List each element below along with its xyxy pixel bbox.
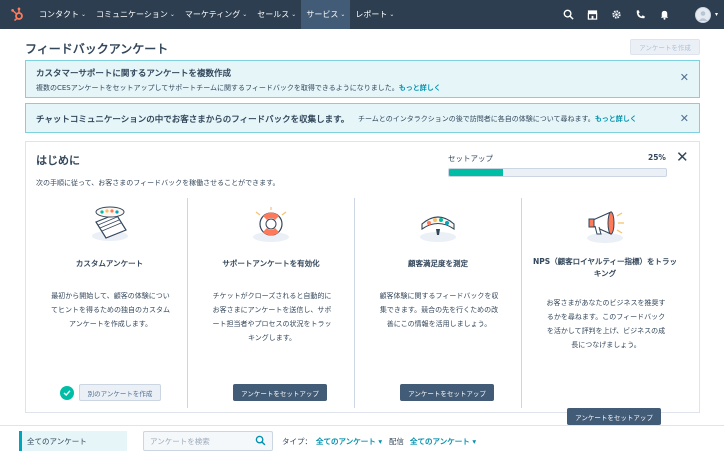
chevron-down-icon: ⌄: [340, 11, 346, 18]
nav-item-label: セールス: [257, 10, 290, 19]
step-title: 顧客満足度を測定: [408, 259, 468, 268]
nav-item-label: コンタクト: [39, 10, 79, 19]
search-input[interactable]: [144, 432, 252, 450]
step-description: 最初から開始して、顧客の体験についてヒントを得るための独自のカスタムアンケートを…: [51, 292, 170, 328]
caret-down-icon: ▾: [378, 437, 383, 446]
nav-item-label: レポート: [355, 10, 388, 19]
nav-item-label: コミュニケーション: [96, 10, 168, 19]
search-icon[interactable]: [255, 435, 266, 449]
delivery-filter-label: 配信: [389, 437, 404, 446]
hubspot-logo-icon[interactable]: [0, 0, 34, 29]
step-title: NPS（顧客ロイヤルティー指標）をトラッキング: [533, 257, 677, 278]
close-icon[interactable]: ✕: [680, 112, 689, 125]
nav-item-service[interactable]: サービス ⌄: [301, 0, 351, 29]
delivery-filter-dropdown[interactable]: 全てのアンケート ▾: [410, 436, 476, 447]
caret-down-icon: ▾: [472, 437, 477, 446]
custom-survey-illustration-icon: [86, 204, 134, 246]
survey-filter-bar: 全てのアンケート タイプ： 全てのアンケート ▾ 配信 全てのアンケート ▾: [0, 425, 724, 454]
lifebuoy-illustration-icon: [247, 204, 295, 246]
step-description: 顧客体験に関するフィードバックを収集できます。競合の先を行くための改善にこの情報…: [379, 292, 499, 328]
all-surveys-tab[interactable]: 全てのアンケート: [19, 431, 127, 451]
avatar[interactable]: [694, 6, 711, 23]
main-content: フィードバックアンケート アンケートを作成 カスタマーサポートに関するアンケート…: [0, 29, 724, 425]
delivery-filter-value: 全てのアンケート: [410, 437, 470, 446]
survey-search: [143, 431, 273, 451]
type-filter-label: タイプ：: [282, 437, 312, 446]
nav-item-conversations[interactable]: コミュニケーション ⌄: [91, 0, 180, 29]
learn-more-link[interactable]: もっと詳しく: [399, 84, 441, 92]
nav-item-reports[interactable]: レポート ⌄: [350, 0, 399, 29]
banner-title: チャットコミュニケーションの中でお客さまからのフィードバックを収集します。: [36, 115, 350, 125]
step-customer-satisfaction: 顧客満足度を測定 顧客体験に関するフィードバックを収集できます。競合の先を行くた…: [354, 198, 521, 408]
chevron-down-icon: ⌄: [169, 11, 175, 18]
setup-progress-percent: 25%: [648, 153, 666, 162]
close-icon[interactable]: ✕: [680, 71, 689, 84]
step-nps: NPS（顧客ロイヤルティー指標）をトラッキング お客さまがあなたのビジネスを推奨…: [521, 198, 688, 425]
calling-icon[interactable]: [629, 0, 653, 29]
setup-progress-fill: [449, 169, 504, 176]
getting-started-title: はじめに: [36, 154, 80, 167]
search-icon[interactable]: [557, 0, 581, 29]
type-filter-dropdown[interactable]: 全てのアンケート ▾: [316, 436, 382, 447]
satisfaction-illustration-icon: [414, 204, 462, 246]
nav-item-sales[interactable]: セールス ⌄: [252, 0, 301, 29]
setup-csat-survey-button[interactable]: アンケートをセットアップ: [400, 384, 494, 401]
nav-item-marketing[interactable]: マーケティング ⌄: [180, 0, 252, 29]
chevron-down-icon: ⌄: [81, 11, 87, 18]
banner-title: カスタマーサポートに関するアンケートを複数作成: [36, 69, 231, 79]
checkmark-icon: [60, 385, 74, 400]
learn-more-link[interactable]: もっと詳しく: [595, 115, 637, 123]
setup-nps-survey-button[interactable]: アンケートをセットアップ: [567, 408, 661, 425]
step-completed-group: 別のアンケートを作成: [60, 384, 161, 401]
setup-support-survey-button[interactable]: アンケートをセットアップ: [233, 384, 327, 401]
nav-item-contacts[interactable]: コンタクト ⌄: [34, 0, 91, 29]
step-title: カスタムアンケート: [75, 259, 144, 268]
setup-progress-bar: [448, 168, 667, 177]
alert-banner-multiple-surveys: カスタマーサポートに関するアンケートを複数作成 複数のCESアンケートをセットア…: [25, 60, 700, 98]
chevron-down-icon: ⌄: [389, 11, 395, 18]
chevron-down-icon[interactable]: ▾: [715, 11, 718, 18]
alert-banner-chat-feedback: チャットコミュニケーションの中でお客さまからのフィードバックを収集します。 チー…: [25, 103, 700, 133]
getting-started-subtitle: 次の手順に従って、お客さまのフィードバックを稼働させることができます。: [36, 179, 280, 187]
setup-progress-label: セットアップ: [448, 154, 493, 163]
nav-item-label: サービス: [306, 10, 339, 19]
megaphone-illustration-icon: [581, 204, 629, 246]
banner-body: 複数のCESアンケートをセットアップしてサポートチームに関するフィードバックを取…: [36, 83, 441, 93]
chevron-down-icon: ⌄: [291, 11, 297, 18]
step-custom-survey: カスタムアンケート 最初から開始して、顧客の体験についてヒントを得るための独自の…: [26, 198, 193, 408]
create-survey-button[interactable]: アンケートを作成: [630, 39, 700, 55]
chevron-down-icon: ⌄: [242, 11, 248, 18]
step-support-survey: サポートアンケートを有効化 チケットがクローズされると自動的にお客さまにアンケー…: [187, 198, 354, 408]
banner-body-text: チームとのインタラクションの後で訪問者に各自の体験について尋ねます。: [358, 115, 595, 123]
banner-body: チームとのインタラクションの後で訪問者に各自の体験について尋ねます。もっと詳しく: [358, 114, 637, 124]
step-title: サポートアンケートを有効化: [222, 259, 320, 268]
close-icon[interactable]: ✕: [676, 148, 689, 166]
banner-body-text: 複数のCESアンケートをセットアップしてサポートチームに関するフィードバックを取…: [36, 84, 399, 92]
create-another-survey-button[interactable]: 別のアンケートを作成: [79, 384, 161, 401]
step-description: お客さまがあなたのビジネスを推奨するかを尋ねます。このフィードバックを活かして評…: [546, 299, 666, 349]
nav-item-label: マーケティング: [184, 10, 241, 19]
marketplace-icon[interactable]: [581, 0, 605, 29]
settings-icon[interactable]: [605, 0, 629, 29]
page-title: フィードバックアンケート: [25, 42, 169, 56]
step-description: チケットがクローズされると自動的にお客さまにアンケートを送信し、サポート担当者や…: [212, 292, 332, 342]
type-filter-value: 全てのアンケート: [316, 437, 376, 446]
notifications-icon[interactable]: [653, 0, 677, 29]
getting-started-card: はじめに 次の手順に従って、お客さまのフィードバックを稼働させることができます。…: [25, 141, 700, 425]
top-navigation-bar: コンタクト ⌄ コミュニケーション ⌄ マーケティング ⌄ セールス ⌄ サービス ⌄ レ…: [0, 0, 724, 29]
